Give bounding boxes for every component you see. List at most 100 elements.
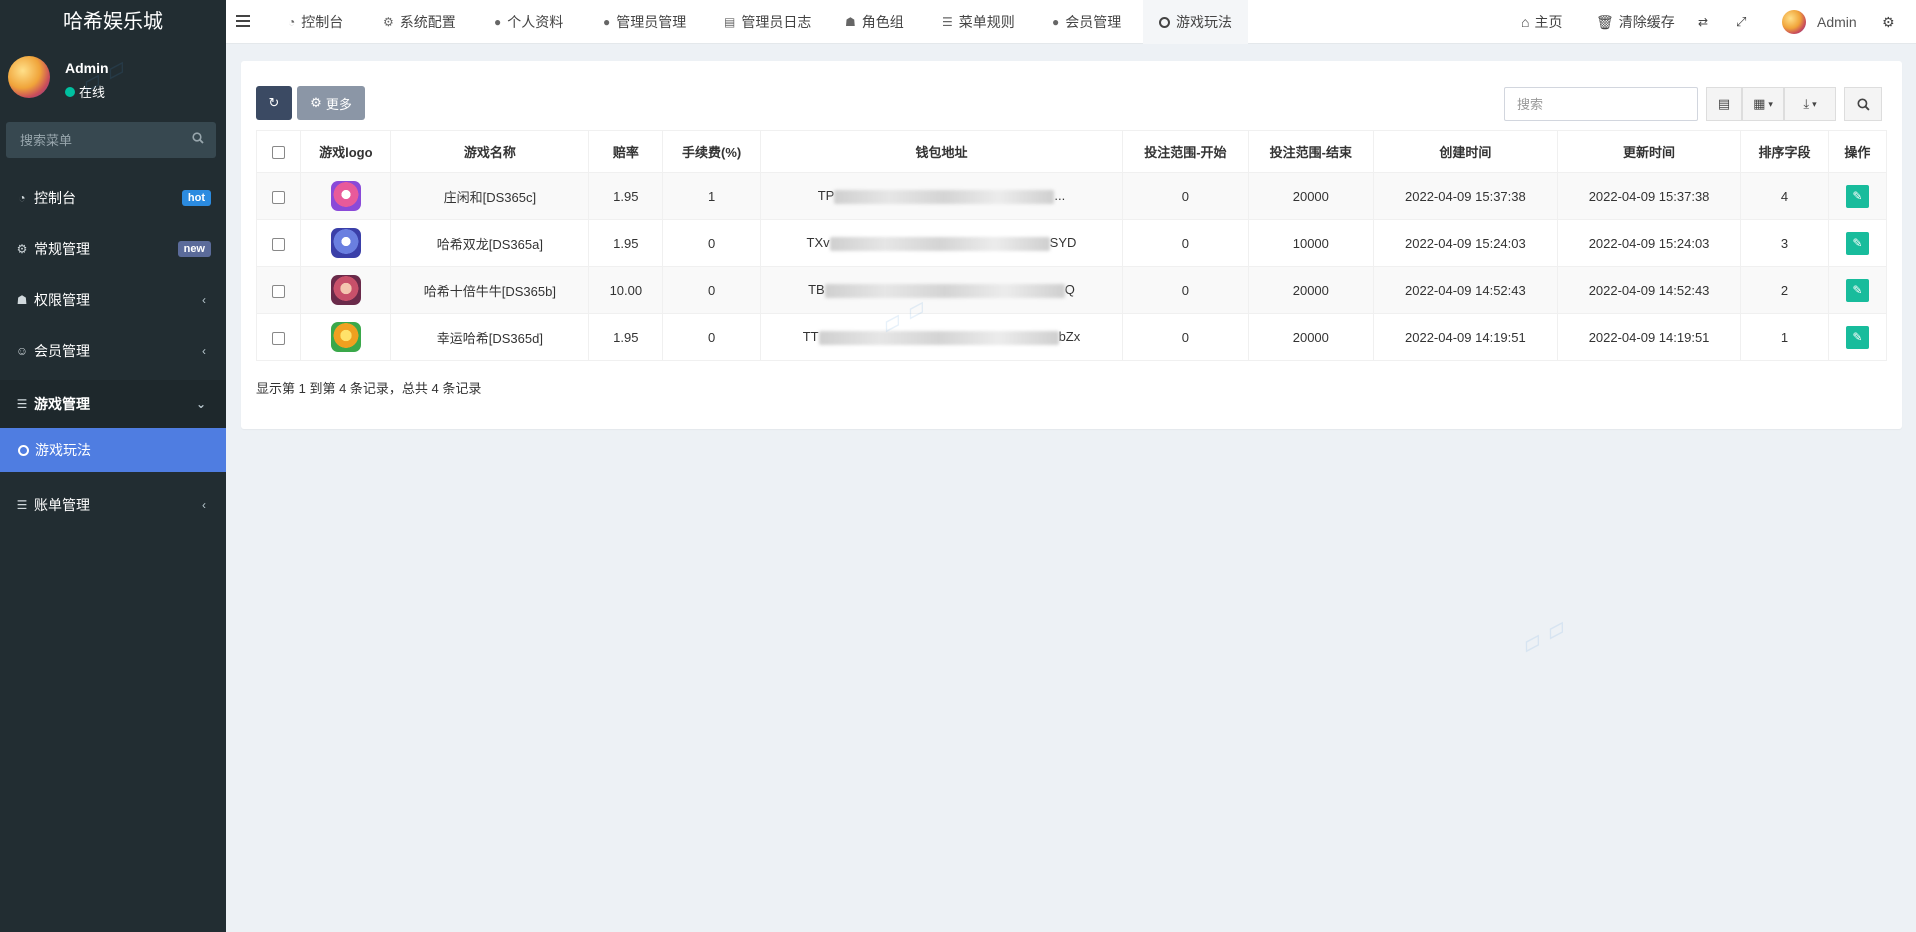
- cogs-icon: ⚙: [16, 242, 28, 256]
- tab-dashboard[interactable]: ◔ 控制台: [288, 0, 343, 44]
- column-header[interactable]: 创建时间: [1373, 130, 1558, 173]
- home-icon: ⌂: [1521, 14, 1530, 30]
- cog-icon: ⚙: [383, 15, 394, 29]
- column-header[interactable]: 投注范围-开始: [1122, 130, 1249, 173]
- sidebar-item-game-play[interactable]: 游戏玩法: [0, 428, 226, 472]
- sidebar-item-members[interactable]: ☺ 会员管理 ‹: [0, 329, 226, 373]
- game-table: 游戏logo 游戏名称 赔率 手续费(%) 钱包地址 投注范围-开始 投注范围-…: [255, 130, 1888, 361]
- updated-time: 2022-04-09 14:52:43: [1556, 266, 1742, 314]
- row-checkbox[interactable]: [272, 331, 286, 345]
- group-icon: ☗: [845, 15, 856, 29]
- select-cell[interactable]: [255, 266, 302, 314]
- column-header[interactable]: 游戏logo: [300, 130, 392, 173]
- menu-search-input[interactable]: [6, 122, 216, 158]
- sidebar-item-label: 控制台: [34, 190, 76, 206]
- select-all-checkbox[interactable]: [272, 146, 286, 160]
- wallet-cell: TXv SYD: [759, 219, 1124, 267]
- toggle-view-button[interactable]: ▤: [1706, 87, 1742, 121]
- tab-label: 会员管理: [1065, 14, 1122, 30]
- translate-button[interactable]: ⇄: [1698, 0, 1708, 44]
- home-link[interactable]: ⌂ 主页: [1521, 0, 1562, 44]
- sidebar-item-general[interactable]: ⚙ 常规管理 new: [0, 227, 226, 271]
- pencil-icon: ✎: [1852, 189, 1863, 203]
- row-checkbox[interactable]: [272, 190, 286, 204]
- wallet-suffix: Q: [1064, 282, 1075, 298]
- tab-system-config[interactable]: ⚙ 系统配置: [383, 0, 456, 44]
- updated-time: 2022-04-09 14:19:51: [1556, 313, 1742, 361]
- edit-button[interactable]: ✎: [1845, 231, 1869, 255]
- action-cell: ✎: [1827, 313, 1888, 361]
- edit-button[interactable]: ✎: [1845, 325, 1869, 349]
- refresh-icon: ↻: [268, 95, 280, 110]
- game-logo: [330, 181, 361, 211]
- sidebar-item-bills[interactable]: ☰ 账单管理 ‹: [0, 483, 226, 527]
- sidebar-item-permissions[interactable]: ☗ 权限管理 ‹: [0, 278, 226, 322]
- fullscreen-icon: ⤢: [1736, 14, 1747, 29]
- user-panel: Admin 在线: [0, 44, 226, 112]
- column-header[interactable]: 排序字段: [1740, 130, 1829, 173]
- select-all-cell[interactable]: [255, 130, 302, 173]
- action-cell: ✎: [1827, 219, 1888, 267]
- pencil-icon: ✎: [1852, 330, 1863, 344]
- column-header[interactable]: 投注范围-结束: [1247, 130, 1375, 173]
- more-button[interactable]: ⚙ 更多: [297, 86, 365, 120]
- column-header[interactable]: 更新时间: [1556, 130, 1742, 173]
- tab-role-group[interactable]: ☗ 角色组: [845, 0, 904, 44]
- more-label: 更多: [325, 96, 352, 112]
- tab-admin-manage[interactable]: ● 管理员管理: [603, 0, 686, 44]
- advanced-search-button[interactable]: [1844, 87, 1882, 121]
- search-icon[interactable]: [192, 132, 204, 144]
- wallet-cell: TP...: [759, 172, 1124, 220]
- bet-start: 0: [1122, 172, 1249, 220]
- bet-end: 20000: [1247, 266, 1375, 314]
- sidebar-item-games[interactable]: ☰ 游戏管理 ⌄: [0, 380, 226, 428]
- table-search-input[interactable]: [1505, 88, 1697, 120]
- wallet-cell: TB Q: [759, 266, 1124, 314]
- tab-label: 控制台: [301, 14, 344, 30]
- edit-button[interactable]: ✎: [1845, 184, 1869, 208]
- select-cell[interactable]: [255, 219, 302, 267]
- columns-button[interactable]: ▦ ▾: [1742, 87, 1784, 121]
- fullscreen-button[interactable]: ⤢: [1736, 0, 1746, 44]
- tab-game-play[interactable]: 游戏玩法: [1143, 0, 1248, 44]
- tab-label: 管理员管理: [616, 14, 687, 30]
- edit-button[interactable]: ✎: [1845, 278, 1869, 302]
- admin-menu[interactable]: Admin: [1782, 0, 1857, 44]
- tab-menu-rules[interactable]: ☰ 菜单规则: [942, 0, 1015, 44]
- settings-button[interactable]: ⚙: [1882, 0, 1895, 44]
- tab-admin-log[interactable]: ▤ 管理员日志: [724, 0, 811, 44]
- chevron-left-icon: ‹: [202, 344, 206, 358]
- bet-start: 0: [1122, 266, 1249, 314]
- game-name: 哈希十倍牛牛[DS365b]: [390, 266, 590, 314]
- select-cell[interactable]: [255, 313, 302, 361]
- tab-members[interactable]: ● 会员管理: [1052, 0, 1121, 44]
- tab-profile[interactable]: ● 个人资料: [494, 0, 563, 44]
- select-cell[interactable]: [255, 172, 302, 220]
- chevron-left-icon: ‹: [202, 293, 206, 307]
- table-row: 哈希双龙[DS365a] 1.95 0 TXv SYD 0 10000 2022-…: [255, 219, 1888, 267]
- logo-cell: [300, 313, 392, 361]
- row-checkbox[interactable]: [272, 237, 286, 251]
- menu-search[interactable]: [6, 122, 216, 158]
- refresh-button[interactable]: ↻: [256, 86, 292, 120]
- column-header[interactable]: 游戏名称: [390, 130, 590, 173]
- row-checkbox[interactable]: [272, 284, 286, 298]
- sidebar-item-label: 会员管理: [34, 343, 90, 359]
- odds: 1.95: [588, 219, 664, 267]
- sidebar-item-dashboard[interactable]: ◔ 控制台 hot: [0, 176, 226, 220]
- dashboard-icon: ◔: [18, 191, 26, 205]
- tab-label: 角色组: [861, 14, 904, 30]
- bet-end: 10000: [1247, 219, 1375, 267]
- table-search[interactable]: [1504, 87, 1698, 121]
- fee: 1: [662, 172, 761, 220]
- hamburger-icon[interactable]: [236, 13, 254, 29]
- column-header: 操作: [1827, 130, 1888, 173]
- export-button[interactable]: ⤓ ▾: [1784, 87, 1836, 121]
- column-header[interactable]: 手续费(%): [662, 130, 761, 173]
- column-header[interactable]: 赔率: [588, 130, 664, 173]
- column-header[interactable]: 钱包地址: [759, 130, 1124, 173]
- sort-order: 1: [1740, 313, 1829, 361]
- clear-cache-button[interactable]: 🗑 清除缓存: [1596, 0, 1675, 44]
- table-header-row: 游戏logo 游戏名称 赔率 手续费(%) 钱包地址 投注范围-开始 投注范围-…: [255, 130, 1888, 173]
- user-icon: ●: [494, 15, 502, 29]
